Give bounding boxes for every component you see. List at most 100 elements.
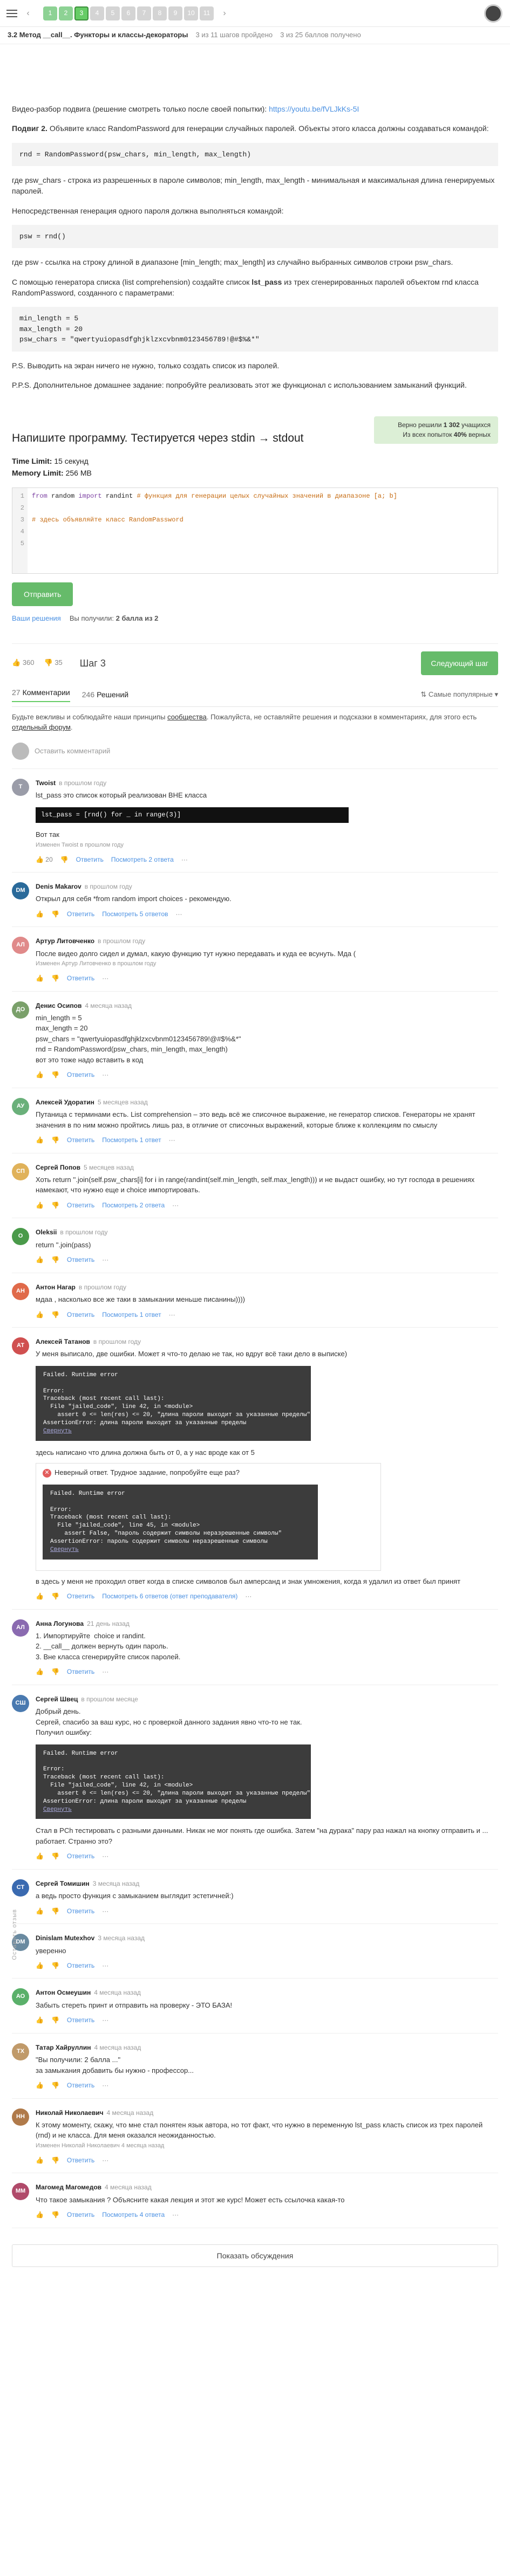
reply-button[interactable]: Ответить	[67, 2081, 94, 2090]
like-icon[interactable]: 👍	[36, 1310, 44, 1320]
comment-author[interactable]: Денис Осипов	[36, 1002, 81, 1009]
view-replies-button[interactable]: Посмотреть 4 ответа	[102, 2210, 165, 2220]
reply-button[interactable]: Ответить	[67, 1201, 94, 1210]
like-icon[interactable]: 👍	[36, 1592, 44, 1601]
dislike-icon[interactable]: 👎	[51, 2081, 59, 2090]
next-step-button[interactable]: Следующий шаг	[421, 651, 498, 675]
reply-button[interactable]: Ответить	[67, 1592, 94, 1601]
more-options-icon[interactable]: ···	[102, 2016, 108, 2025]
next-arrow-icon[interactable]: ›	[218, 6, 231, 20]
more-options-icon[interactable]: ···	[102, 2156, 108, 2165]
dislike-icon[interactable]: 👎	[51, 1255, 59, 1265]
more-options-icon[interactable]: ···	[102, 1961, 108, 1970]
step-3[interactable]: 3	[74, 6, 89, 20]
comment-author[interactable]: Антон Нагар	[36, 1283, 76, 1291]
step-9[interactable]: 9	[168, 6, 182, 20]
avatar[interactable]: АЛ	[12, 1619, 29, 1637]
dislike-icon[interactable]: 👎	[51, 910, 59, 919]
comment-author[interactable]: Dinislam Mutexhov	[36, 1934, 94, 1942]
avatar[interactable]: АУ	[12, 1097, 29, 1115]
dislike-icon[interactable]: 👎	[51, 1592, 59, 1601]
like-icon[interactable]: 👍	[36, 1852, 44, 1861]
dislike-icon[interactable]: 👎	[51, 1201, 59, 1210]
avatar[interactable]: АО	[12, 1988, 29, 2006]
avatar[interactable]: СП	[12, 1163, 29, 1180]
your-solutions-link[interactable]: Ваши решения	[12, 614, 61, 624]
comment-author[interactable]: Магомед Магомедов	[36, 2183, 101, 2191]
comment-author[interactable]: Артур Литовченко	[36, 937, 94, 945]
show-discussions-button[interactable]: Показать обсуждения	[12, 2244, 498, 2267]
like-icon[interactable]: 👍 20	[36, 855, 53, 864]
step-7[interactable]: 7	[137, 6, 151, 20]
step-6[interactable]: 6	[121, 6, 135, 20]
reply-button[interactable]: Ответить	[67, 2016, 94, 2025]
like-icon[interactable]: 👍	[36, 1136, 44, 1145]
dislike-icon[interactable]: 👎	[60, 855, 69, 864]
dislike-icon[interactable]: 👎	[51, 1852, 59, 1861]
leave-comment-field[interactable]: Оставить комментарий	[12, 738, 498, 769]
like-icon[interactable]: 👍	[36, 2210, 44, 2220]
like-icon[interactable]: 👍	[36, 1070, 44, 1080]
comment-author[interactable]: Сергей Попов	[36, 1164, 80, 1171]
dislike-icon[interactable]: 👎	[51, 2210, 59, 2220]
step-1[interactable]: 1	[43, 6, 57, 20]
comment-author[interactable]: Алексей Удоратин	[36, 1098, 94, 1106]
reply-button[interactable]: Ответить	[67, 2210, 94, 2220]
view-replies-button[interactable]: Посмотреть 5 ответов	[102, 910, 168, 919]
comment-author[interactable]: Сергей Швец	[36, 1695, 78, 1703]
step-8[interactable]: 8	[153, 6, 167, 20]
view-replies-button[interactable]: Посмотреть 6 ответов (ответ преподавател…	[102, 1592, 237, 1601]
avatar[interactable]: ММ	[12, 2183, 29, 2201]
code-editor[interactable]: 1 2 3 4 5 from random import randint # ф…	[12, 487, 498, 574]
collapse-link[interactable]: Свернуть	[43, 1428, 72, 1434]
dislike-icon[interactable]: 👎	[51, 1907, 59, 1916]
like-button[interactable]: 👍 360	[12, 658, 35, 668]
like-icon[interactable]: 👍	[36, 1961, 44, 1970]
avatar[interactable]: АЛ	[12, 937, 29, 954]
like-icon[interactable]: 👍	[36, 1667, 44, 1677]
more-options-icon[interactable]: ···	[102, 1255, 108, 1265]
reply-button[interactable]: Ответить	[67, 1907, 94, 1916]
reply-button[interactable]: Ответить	[67, 1852, 94, 1861]
avatar[interactable]: T	[12, 778, 29, 796]
dislike-icon[interactable]: 👎	[51, 1136, 59, 1145]
like-icon[interactable]: 👍	[36, 910, 44, 919]
reply-button[interactable]: Ответить	[67, 1255, 94, 1265]
like-icon[interactable]: 👍	[36, 2156, 44, 2165]
avatar[interactable]: НН	[12, 2108, 29, 2126]
more-options-icon[interactable]: ···	[172, 1201, 179, 1210]
like-icon[interactable]: 👍	[36, 974, 44, 983]
dislike-icon[interactable]: 👎	[51, 1961, 59, 1970]
comment-author[interactable]: Татар Хайруллин	[36, 2044, 91, 2051]
dislike-icon[interactable]: 👎	[51, 974, 59, 983]
dislike-icon[interactable]: 👎	[51, 1070, 59, 1080]
comment-author[interactable]: Denis Makarov	[36, 883, 81, 890]
avatar[interactable]: DM	[12, 882, 29, 900]
submit-button[interactable]: Отправить	[12, 582, 73, 606]
comment-author[interactable]: Twoist	[36, 779, 56, 787]
reply-button[interactable]: Ответить	[67, 1667, 94, 1677]
view-replies-button[interactable]: Посмотреть 1 ответ	[102, 1136, 161, 1145]
comment-author[interactable]: Oleksii	[36, 1228, 57, 1236]
forum-link[interactable]: отдельный форум	[12, 723, 71, 731]
avatar[interactable]: ДО	[12, 1001, 29, 1019]
reply-button[interactable]: Ответить	[67, 2156, 94, 2165]
collapse-link[interactable]: Свернуть	[50, 1547, 79, 1553]
more-options-icon[interactable]: ···	[176, 910, 182, 919]
avatar[interactable]: СТ	[12, 1879, 29, 1897]
more-options-icon[interactable]: ···	[102, 1070, 108, 1080]
collapse-link[interactable]: Свернуть	[43, 1806, 72, 1813]
tab-comments[interactable]: 27 Комментарии	[12, 687, 70, 703]
dislike-icon[interactable]: 👎	[51, 1667, 59, 1677]
reply-button[interactable]: Ответить	[67, 1070, 94, 1080]
reply-button[interactable]: Ответить	[76, 855, 104, 864]
more-options-icon[interactable]: ···	[102, 1667, 108, 1677]
step-2[interactable]: 2	[59, 6, 73, 20]
more-options-icon[interactable]: ···	[245, 1592, 251, 1601]
dislike-icon[interactable]: 👎	[51, 1310, 59, 1320]
dislike-icon[interactable]: 👎	[51, 2016, 59, 2025]
avatar[interactable]: СШ	[12, 1694, 29, 1712]
code-lines[interactable]: from random import randint # функция для…	[28, 488, 397, 573]
like-icon[interactable]: 👍	[36, 2081, 44, 2090]
like-icon[interactable]: 👍	[36, 1201, 44, 1210]
